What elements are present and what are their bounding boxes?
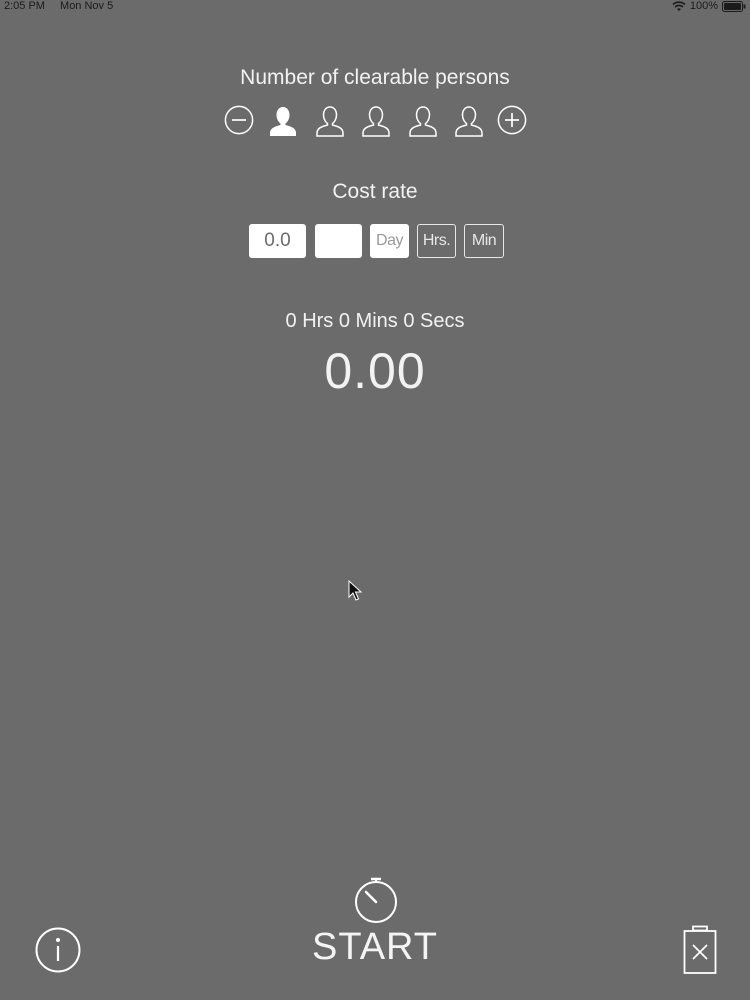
cursor-icon [348, 580, 362, 601]
battery-icon [722, 0, 746, 12]
status-left: 2:05 PM Mon Nov 5 [4, 0, 125, 12]
person-icon[interactable] [266, 104, 300, 138]
minus-circle-icon[interactable] [224, 105, 254, 135]
wifi-icon [672, 0, 686, 11]
unit-minutes-button[interactable]: Min [464, 224, 504, 258]
battery-percent: 100% [689, 0, 718, 12]
cost-rate-title: Cost rate [332, 180, 418, 203]
person-icon[interactable] [406, 104, 440, 138]
person-icon[interactable] [359, 104, 393, 138]
stopwatch-icon[interactable] [352, 876, 400, 924]
cost-total: 0.00 [324, 343, 426, 399]
status-right: 100% [672, 0, 746, 12]
unit-day-button[interactable]: Day [370, 224, 409, 258]
persons-title: Number of clearable persons [240, 66, 510, 89]
cost-rate-row: 0.0 Day Hrs. Min [0, 224, 750, 260]
info-icon[interactable] [35, 927, 81, 973]
person-icon[interactable] [313, 104, 347, 138]
unit-hours-button[interactable]: Hrs. [417, 224, 456, 258]
status-date: Mon Nov 5 [60, 0, 114, 12]
trash-icon[interactable] [682, 925, 718, 975]
status-bar: 2:05 PM Mon Nov 5 100% [0, 0, 750, 14]
elapsed-time: 0 Hrs 0 Mins 0 Secs [285, 310, 465, 332]
start-button[interactable]: START [0, 926, 750, 969]
persons-selector [0, 104, 750, 140]
status-time: 2:05 PM [4, 0, 45, 12]
rate-currency-field[interactable] [315, 224, 362, 258]
plus-circle-icon[interactable] [497, 105, 527, 135]
rate-amount-field[interactable]: 0.0 [249, 224, 306, 258]
person-icon[interactable] [452, 104, 486, 138]
